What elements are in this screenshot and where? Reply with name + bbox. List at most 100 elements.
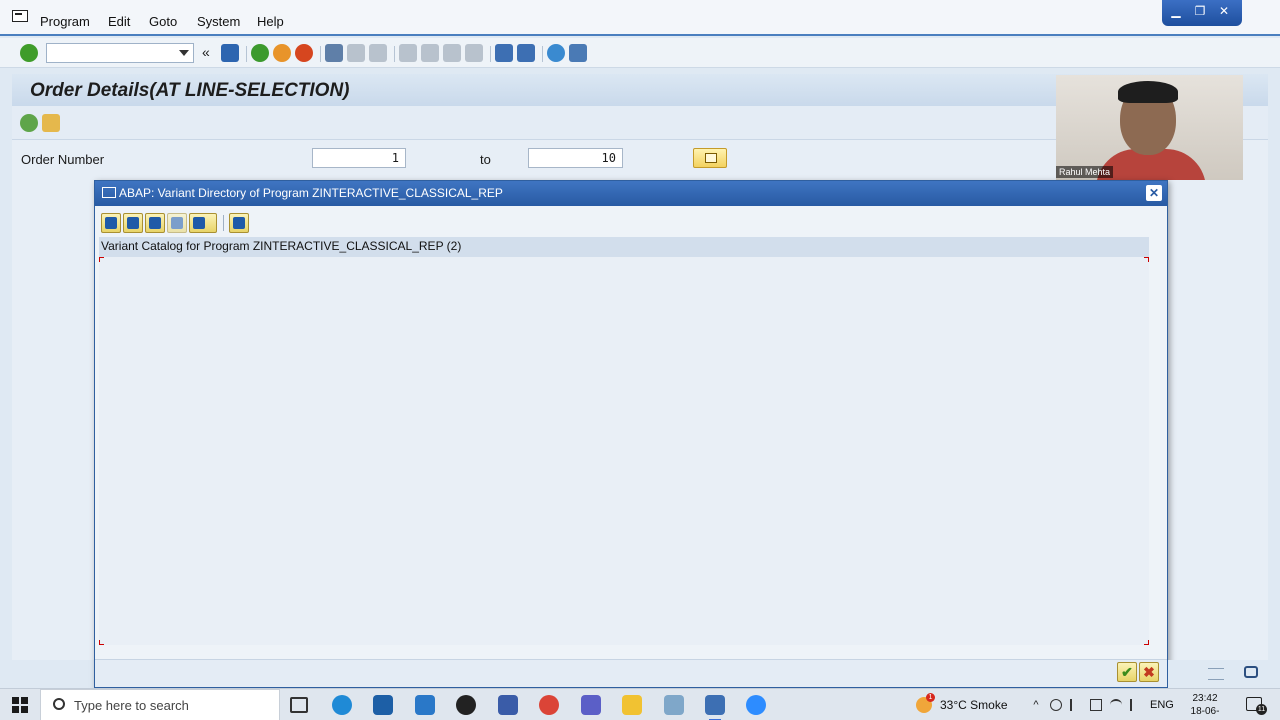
windows-start-icon[interactable]	[12, 697, 28, 713]
participant-name: Rahul Mehta	[1056, 166, 1114, 178]
cancel-button[interactable]: ✖	[1139, 662, 1159, 682]
cancel-icon[interactable]	[295, 44, 313, 62]
list-corner-marker	[99, 640, 104, 645]
sort-descending-icon	[127, 217, 139, 229]
catalog-title: Variant Catalog for Program ZINTERACTIVE…	[101, 239, 462, 253]
dialog-title-bar: ABAP: Variant Directory of Program ZINTE…	[95, 181, 1167, 206]
system-info-icon[interactable]	[1208, 668, 1224, 680]
toolbar-separator	[394, 46, 395, 62]
dialog-toolbar-separator	[223, 215, 224, 231]
previous-page-icon	[421, 44, 439, 62]
clock-time: 23:42	[1192, 693, 1218, 704]
sap-gui-icon[interactable]	[705, 695, 725, 720]
notification-icon[interactable]: 11	[1246, 697, 1267, 715]
toolbar-separator	[320, 46, 321, 62]
gear-icon	[233, 217, 245, 229]
list-corner-marker	[99, 257, 104, 262]
filter-button[interactable]	[189, 213, 217, 233]
exit-icon[interactable]	[273, 44, 291, 62]
get-variant-icon[interactable]	[42, 114, 60, 132]
webcam-video: Rahul Mehta	[1056, 75, 1243, 180]
sort-ascending-icon	[105, 217, 117, 229]
sort-ascending-button[interactable]	[101, 213, 121, 233]
lock-icon[interactable]	[1244, 666, 1258, 678]
first-page-icon	[399, 44, 417, 62]
standard-toolbar: «	[0, 38, 1280, 68]
teams-icon[interactable]	[581, 695, 601, 715]
close-window-button[interactable]: ✕	[1216, 4, 1232, 18]
edge-icon[interactable]	[332, 695, 352, 715]
new-session-icon[interactable]	[495, 44, 513, 62]
dialog-title: ABAP: Variant Directory of Program ZINTE…	[119, 186, 503, 200]
toolbar-separator	[490, 46, 491, 62]
weather-text[interactable]: 33°C Smoke	[940, 698, 1008, 712]
save-icon[interactable]	[221, 44, 239, 62]
search-icon	[53, 698, 65, 710]
menu-program[interactable]: Program	[40, 14, 90, 29]
file-explorer-icon[interactable]	[622, 695, 642, 715]
page-title: Order Details(AT LINE-SELECTION)	[30, 80, 350, 101]
variant-list[interactable]	[99, 257, 1149, 645]
dialog-window-icon	[102, 187, 116, 198]
menu-help[interactable]: Help	[257, 14, 284, 29]
layout-menu-icon[interactable]	[569, 44, 587, 62]
windows-taskbar: Type here to search 1 33°C Smoke ^ ENG 2…	[0, 688, 1280, 720]
history-icon[interactable]: «	[202, 44, 210, 60]
menu-bar: Program Edit Goto System Help ▁ ❐ ✕	[0, 0, 1280, 36]
print-icon[interactable]	[325, 44, 343, 62]
binoculars-icon	[149, 217, 161, 229]
zoom-icon[interactable]	[746, 695, 766, 715]
microphone-icon[interactable]	[1070, 699, 1074, 711]
execute-icon[interactable]	[20, 114, 38, 132]
back-icon[interactable]	[251, 44, 269, 62]
search-placeholder: Type here to search	[74, 698, 189, 713]
display-icon[interactable]	[1090, 699, 1102, 711]
variant-directory-dialog: ABAP: Variant Directory of Program ZINTE…	[94, 180, 1168, 688]
weather-alert-badge: 1	[926, 693, 935, 702]
mail-icon[interactable]	[415, 695, 435, 715]
chevron-down-icon[interactable]	[179, 50, 189, 56]
taskbar-clock[interactable]: 23:42 18-06-2024	[1180, 692, 1230, 720]
order-number-label: Order Number	[21, 152, 105, 167]
binoculars-next-icon	[171, 217, 183, 229]
find-icon	[347, 44, 365, 62]
language-indicator[interactable]: ENG	[1150, 699, 1174, 711]
task-view-icon[interactable]	[290, 697, 308, 713]
menu-system[interactable]: System	[197, 14, 240, 29]
notepad-icon[interactable]	[664, 695, 684, 715]
find-button[interactable]	[145, 213, 165, 233]
dialog-close-button[interactable]: ✕	[1146, 185, 1162, 201]
to-label: to	[480, 152, 491, 167]
sap-logon-icon[interactable]	[498, 695, 518, 715]
menu-goto[interactable]: Goto	[149, 14, 177, 29]
chrome-icon[interactable]	[539, 695, 559, 715]
find-next-icon	[369, 44, 387, 62]
sort-descending-button[interactable]	[123, 213, 143, 233]
help-icon[interactable]	[547, 44, 565, 62]
store-icon[interactable]	[373, 695, 393, 715]
sap-menu-icon[interactable]	[12, 10, 28, 22]
multiple-selection-button[interactable]	[693, 148, 727, 168]
settings-button[interactable]	[229, 213, 249, 233]
ok-button[interactable]: ✔	[1117, 662, 1137, 682]
order-number-to-input[interactable]: 10	[528, 148, 623, 168]
speaker-icon[interactable]	[1130, 699, 1136, 711]
window-controls: ▁ ❐ ✕	[1162, 0, 1242, 26]
next-page-icon	[443, 44, 461, 62]
taskbar-search-input[interactable]: Type here to search	[40, 689, 280, 720]
dell-icon[interactable]	[456, 695, 476, 715]
menu-edit[interactable]: Edit	[108, 14, 130, 29]
notification-count: 11	[1256, 704, 1267, 715]
wifi-icon[interactable]	[1110, 699, 1122, 711]
participant-hair	[1118, 81, 1178, 103]
chevron-up-icon[interactable]: ^	[1030, 699, 1042, 711]
restore-button[interactable]: ❐	[1192, 4, 1208, 18]
shortcut-icon[interactable]	[517, 44, 535, 62]
multiple-selection-icon	[705, 153, 717, 163]
command-field[interactable]	[46, 43, 194, 63]
minimize-button[interactable]: ▁	[1168, 4, 1184, 18]
enter-check-icon[interactable]	[20, 44, 38, 62]
order-number-from-input[interactable]: 1	[312, 148, 406, 168]
filter-icon	[193, 217, 205, 229]
network-icon[interactable]	[1050, 699, 1062, 711]
